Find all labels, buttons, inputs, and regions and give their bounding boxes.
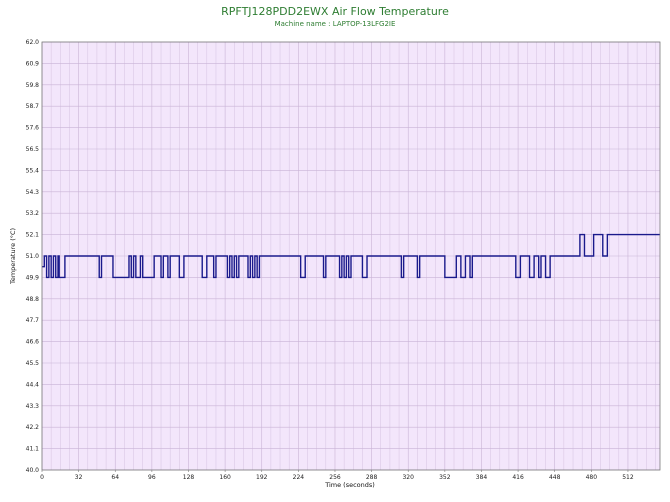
y-tick-label: 55.4 [26, 167, 40, 174]
y-axis-label: Temperature (°C) [9, 228, 17, 285]
x-axis: 0 32 64 96 128 160 192 224 256 288 320 352 384 416 448… [40, 470, 634, 481]
y-tick-label: 45.5 [26, 360, 40, 367]
chart: RPFTJ128PDD2EWX Air Flow Temperature Mac… [9, 5, 661, 489]
y-tick-label: 44.4 [26, 381, 40, 388]
y-tick-label: 57.6 [26, 125, 40, 132]
y-tick-label: 53.2 [26, 210, 40, 217]
y-tick-label: 59.8 [26, 82, 40, 89]
x-tick-label: 192 [256, 474, 268, 481]
y-tick-label: 49.9 [26, 274, 40, 281]
y-tick-label: 52.1 [26, 232, 40, 239]
x-tick-label: 0 [40, 474, 44, 481]
y-tick-label: 51.0 [26, 253, 40, 260]
x-tick-label: 448 [549, 474, 561, 481]
y-tick-label: 62.0 [26, 39, 40, 46]
chart-title: RPFTJ128PDD2EWX Air Flow Temperature [221, 5, 449, 18]
x-tick-label: 96 [148, 474, 156, 481]
x-tick-label: 128 [183, 474, 195, 481]
x-tick-label: 512 [622, 474, 634, 481]
x-tick-label: 480 [586, 474, 598, 481]
x-tick-label: 352 [439, 474, 451, 481]
y-tick-label: 40.0 [26, 467, 40, 474]
x-tick-label: 224 [293, 474, 305, 481]
x-tick-label: 384 [476, 474, 488, 481]
y-tick-label: 58.7 [26, 103, 40, 110]
y-axis: 40.0 41.1 42.2 43.3 44.4 45.5 46.6 47.7 48.8 49.9… [26, 39, 40, 474]
x-tick-label: 160 [219, 474, 231, 481]
chart-subtitle: Machine name : LAPTOP-13LFG2IE [275, 20, 396, 28]
y-tick-label: 46.6 [26, 339, 40, 346]
y-tick-label: 42.2 [26, 424, 40, 431]
y-tick-label: 54.3 [26, 189, 40, 196]
y-tick-label: 41.1 [26, 446, 40, 453]
y-tick-label: 56.5 [26, 146, 40, 153]
x-tick-label: 320 [402, 474, 414, 481]
x-axis-label: Time (seconds) [324, 481, 375, 489]
y-tick-label: 60.9 [26, 60, 40, 67]
x-tick-label: 256 [329, 474, 341, 481]
x-tick-label: 64 [111, 474, 119, 481]
x-tick-label: 416 [512, 474, 524, 481]
x-tick-label: 32 [75, 474, 83, 481]
y-tick-label: 43.3 [26, 403, 40, 410]
x-tick-label: 288 [366, 474, 378, 481]
y-tick-label: 47.7 [26, 317, 40, 324]
y-tick-label: 48.8 [26, 296, 40, 303]
